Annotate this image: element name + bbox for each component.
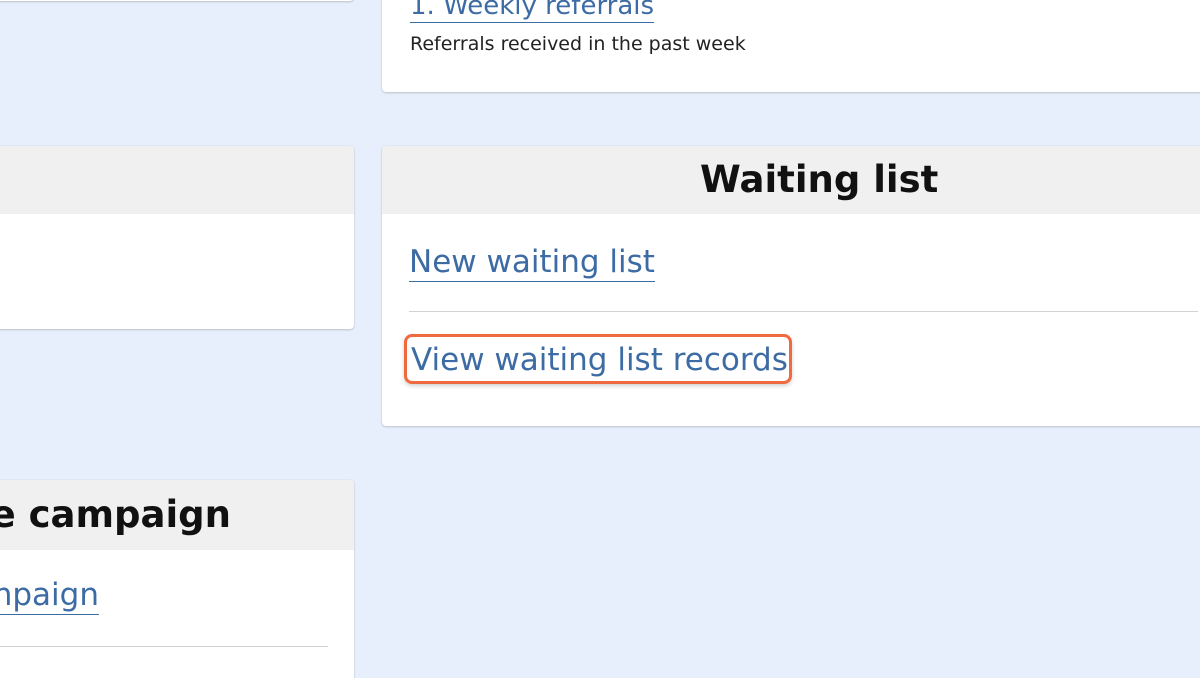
new-waiting-list-link[interactable]: New waiting list [409,244,655,282]
waiting-list-divider [409,311,1198,312]
campaign-card: ne campaign npaign [0,480,354,678]
top-left-card [0,0,354,1]
campaign-divider [0,646,328,647]
view-waiting-list-records-link[interactable]: View waiting list records [411,342,788,379]
middle-left-card-header [0,146,354,214]
waiting-list-title: Waiting list [382,146,1200,214]
weekly-referrals-link[interactable]: 1. Weekly referrals [410,0,655,23]
referrals-description: Referrals received in the past week [410,33,746,55]
waiting-list-card: Waiting list New waiting list View waiti… [382,146,1200,426]
campaign-card-header: ne campaign [0,480,354,550]
dashboard-canvas: 1. Weekly referrals Referrals received i… [0,0,1200,678]
referrals-card: 1. Weekly referrals Referrals received i… [382,0,1200,92]
campaign-link[interactable]: npaign [0,577,99,615]
middle-left-card [0,146,354,329]
campaign-card-title: ne campaign [0,493,231,536]
